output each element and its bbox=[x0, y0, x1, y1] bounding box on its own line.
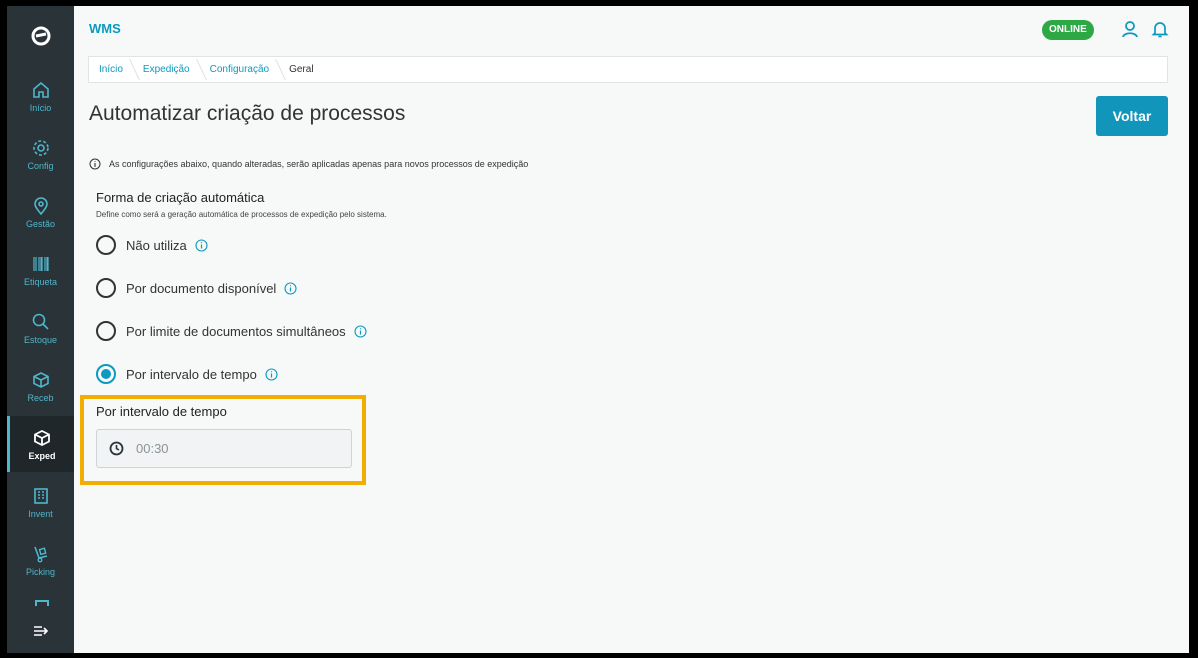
user-icon[interactable] bbox=[1120, 19, 1140, 44]
info-icon bbox=[89, 158, 101, 170]
search-icon bbox=[32, 313, 49, 330]
radio-button[interactable] bbox=[96, 321, 116, 341]
barcode-icon bbox=[32, 256, 49, 271]
expand-menu-icon bbox=[33, 626, 48, 636]
radio-button[interactable] bbox=[96, 278, 116, 298]
sidebar-item-label: Exped bbox=[28, 450, 56, 461]
sidebar-item-partial-icon bbox=[35, 600, 49, 606]
sidebar-item-label: Config bbox=[27, 160, 54, 171]
sidebar-item-label: Estoque bbox=[23, 334, 58, 345]
radio-option-por-intervalo[interactable]: Por intervalo de tempo bbox=[96, 364, 278, 384]
interval-field-label: Por intervalo de tempo bbox=[96, 404, 227, 419]
app-title: WMS bbox=[89, 21, 121, 36]
sidebar: Início Config Gestão Etiqueta Estoque Re… bbox=[7, 6, 74, 653]
radio-button-selected[interactable] bbox=[96, 364, 116, 384]
info-text: As configurações abaixo, quando alterada… bbox=[109, 159, 529, 169]
section-title: Forma de criação automática bbox=[96, 190, 265, 205]
location-pin-icon bbox=[33, 196, 48, 215]
breadcrumb: Início Expedição Configuração Geral bbox=[88, 56, 1168, 83]
logo-icon bbox=[31, 26, 50, 46]
section-description: Define como será a geração automática de… bbox=[96, 210, 387, 219]
time-interval-value: 00:30 bbox=[136, 441, 169, 456]
radio-option-nao-utiliza[interactable]: Não utiliza bbox=[96, 235, 208, 255]
sidebar-item-picking[interactable]: Picking bbox=[7, 532, 74, 588]
breadcrumb-expedicao[interactable]: Expedição bbox=[135, 57, 202, 82]
radio-label: Não utiliza bbox=[126, 237, 187, 253]
sidebar-item-estoque[interactable]: Estoque bbox=[7, 300, 74, 356]
sidebar-item-label: Picking bbox=[25, 566, 55, 577]
breadcrumb-geral: Geral bbox=[289, 64, 314, 75]
info-icon[interactable] bbox=[354, 324, 367, 338]
sidebar-item-label: Gestão bbox=[25, 218, 56, 229]
back-button[interactable]: Voltar bbox=[1096, 96, 1168, 136]
sidebar-item-receb[interactable]: Receb bbox=[7, 358, 74, 414]
sidebar-item-config[interactable]: Config bbox=[7, 126, 74, 182]
sidebar-collapse-button[interactable] bbox=[7, 609, 74, 653]
sidebar-item-label: Receb bbox=[27, 392, 54, 403]
status-badge: ONLINE bbox=[1042, 20, 1094, 40]
page-title: Automatizar criação de processos bbox=[89, 102, 406, 125]
clock-icon bbox=[109, 441, 124, 456]
sidebar-item-gestao[interactable]: Gestão bbox=[7, 184, 74, 240]
home-icon bbox=[32, 81, 49, 98]
building-icon bbox=[33, 487, 48, 504]
sidebar-item-inicio[interactable]: Início bbox=[7, 68, 74, 124]
info-icon[interactable] bbox=[195, 238, 208, 252]
app-logo[interactable] bbox=[7, 6, 74, 66]
box-icon bbox=[34, 429, 50, 446]
info-icon[interactable] bbox=[284, 281, 297, 295]
hand-truck-icon bbox=[33, 546, 47, 562]
radio-option-por-documento[interactable]: Por documento disponível bbox=[96, 278, 297, 298]
app-window: Início Config Gestão Etiqueta Estoque Re… bbox=[7, 6, 1189, 653]
sidebar-item-etiqueta[interactable]: Etiqueta bbox=[7, 242, 74, 298]
box-icon bbox=[32, 371, 49, 388]
radio-button[interactable] bbox=[96, 235, 116, 255]
sidebar-item-exped[interactable]: Exped bbox=[7, 416, 74, 472]
top-bar: WMS ONLINE bbox=[74, 6, 1189, 52]
sidebar-item-label: Início bbox=[29, 102, 52, 113]
info-icon[interactable] bbox=[265, 367, 278, 381]
sidebar-item-invent[interactable]: Invent bbox=[7, 474, 74, 530]
sidebar-item-label: Invent bbox=[28, 508, 53, 519]
breadcrumb-inicio[interactable]: Início bbox=[91, 57, 135, 82]
bell-icon[interactable] bbox=[1150, 19, 1170, 44]
gear-icon bbox=[32, 139, 49, 156]
radio-label: Por documento disponível bbox=[126, 280, 277, 296]
radio-label: Por limite de documentos simultâneos bbox=[126, 323, 346, 339]
sidebar-item-label: Etiqueta bbox=[23, 276, 58, 287]
radio-option-por-limite[interactable]: Por limite de documentos simultâneos bbox=[96, 321, 367, 341]
info-notice: As configurações abaixo, quando alterada… bbox=[89, 158, 528, 170]
breadcrumb-configuracao[interactable]: Configuração bbox=[202, 57, 281, 82]
time-interval-input[interactable]: 00:30 bbox=[96, 429, 352, 468]
radio-label: Por intervalo de tempo bbox=[126, 366, 257, 382]
